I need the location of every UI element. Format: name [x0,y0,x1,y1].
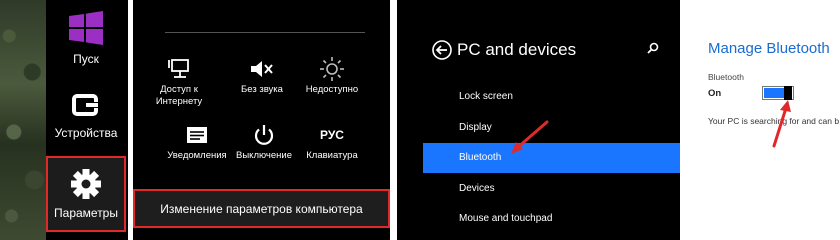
network-button[interactable]: Доступ к Интернету [143,56,215,108]
bluetooth-state: On [708,88,722,99]
nav-item-mouse-touchpad[interactable]: Mouse and touchpad [423,204,680,234]
mute-button[interactable]: Без звука [226,56,298,96]
change-pc-settings-link[interactable]: Изменение параметров компьютера [133,189,390,228]
brightness-button[interactable]: Недоступно [296,56,368,96]
gear-icon [71,169,101,199]
start-charm-label: Пуск [73,52,99,66]
change-pc-settings-label: Изменение параметров компьютера [160,201,363,216]
notifications-icon [187,127,207,143]
bluetooth-panel: Manage Bluetooth Bluetooth On Your PC is… [700,0,840,240]
power-label: Выключение [236,150,292,161]
nav-item-display[interactable]: Display [423,113,680,143]
bluetooth-toggle-label: Bluetooth [708,72,744,82]
notifications-label: Уведомления [167,150,227,161]
notifications-button[interactable]: Уведомления [161,122,233,162]
nav-item-lock-screen[interactable]: Lock screen [423,82,680,112]
toggle-thumb [784,86,792,100]
brightness-icon [320,57,344,81]
power-button[interactable]: Выключение [228,122,300,162]
keyboard-button[interactable]: РУС Клавиатура [296,122,368,162]
mute-label: Без звука [241,84,283,95]
settings-charm[interactable]: Параметры [46,156,126,232]
devices-icon [72,94,98,116]
bluetooth-toggle[interactable] [762,86,794,100]
bluetooth-heading: Manage Bluetooth [708,40,830,57]
bluetooth-status-text: Your PC is searching for and can b [708,116,840,126]
desktop-wallpaper [0,0,46,240]
keyboard-label: Клавиатура [306,150,358,161]
windows-logo-icon [69,11,103,45]
start-charm[interactable]: Пуск [46,10,126,70]
nav-item-devices[interactable]: Devices [423,174,680,204]
pc-devices-panel: PC and devices Lock screen Display Bluet… [397,0,680,240]
brightness-label: Недоступно [305,84,359,95]
devices-charm[interactable]: Устройства [46,88,126,148]
charms-bar: Пуск Устройства Параметры [0,0,128,240]
network-label-1: Доступ к [160,84,198,95]
network-label-2: Интернету [155,96,203,107]
mute-icon [251,61,273,77]
divider [165,32,365,33]
network-icon [168,59,189,78]
page-title: PC and devices [457,40,577,59]
keyboard-icon: РУС [320,128,344,142]
settings-flyout: Доступ к Интернету Без звука Недоступно … [133,0,390,240]
search-icon[interactable] [647,42,659,54]
toggle-fill [764,88,786,98]
nav-item-bluetooth[interactable]: Bluetooth [423,143,680,173]
settings-charm-label: Параметры [54,206,118,220]
devices-charm-label: Устройства [54,126,118,140]
power-icon [254,125,274,145]
back-arrow-icon[interactable] [432,40,452,60]
